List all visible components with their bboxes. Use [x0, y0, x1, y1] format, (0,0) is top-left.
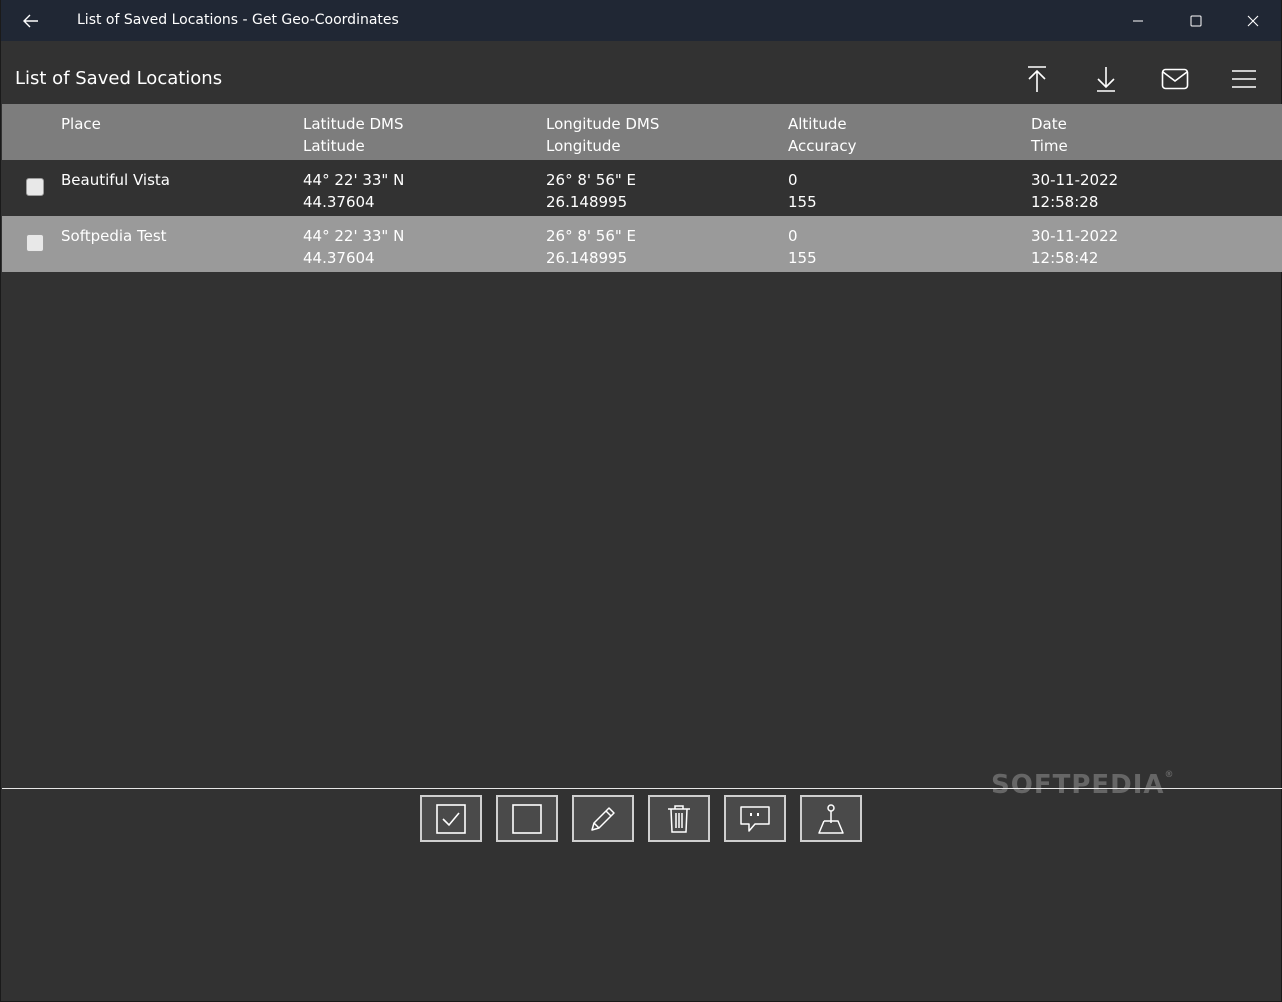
close-icon [1247, 15, 1259, 26]
bottom-divider [2, 788, 1282, 789]
latitude-dms: 44° 22' 33" N [303, 227, 405, 245]
date: 30-11-2022 [1031, 227, 1119, 245]
table-row[interactable]: Softpedia Test 44° 22' 33" N 44.37604 26… [2, 216, 1282, 272]
date: 30-11-2022 [1031, 171, 1119, 189]
accuracy: 155 [788, 249, 817, 267]
comment-icon [740, 805, 770, 832]
longitude: 26.148995 [546, 193, 628, 211]
latitude-dms: 44° 22' 33" N [303, 171, 405, 189]
header-date[interactable]: Date Time [1031, 113, 1068, 157]
table-row[interactable]: Beautiful Vista 44° 22' 33" N 44.37604 2… [2, 160, 1282, 216]
title-bar: List of Saved Locations - Get Geo-Coordi… [1, 0, 1281, 41]
header-longitude-dms-label: Longitude DMS [546, 115, 660, 133]
time: 12:58:42 [1031, 249, 1099, 267]
download-icon [1097, 67, 1115, 92]
email-button[interactable] [1153, 60, 1197, 98]
deselect-all-icon [512, 803, 542, 834]
minimize-icon [1133, 20, 1143, 21]
header-altitude-label: Altitude [788, 115, 847, 133]
menu-button[interactable] [1222, 60, 1266, 98]
row-checkbox[interactable] [26, 178, 44, 196]
longitude-dms: 26° 8' 56" E [546, 227, 637, 245]
upload-button[interactable] [1015, 60, 1059, 98]
latitude: 44.37604 [303, 249, 375, 267]
altitude: 0 [788, 171, 798, 189]
maximize-button[interactable] [1167, 0, 1225, 41]
header-longitude-label: Longitude [546, 137, 621, 155]
close-button[interactable] [1224, 0, 1282, 41]
header-time-label: Time [1031, 137, 1068, 155]
header-date-label: Date [1031, 115, 1067, 133]
place-name: Softpedia Test [61, 227, 167, 245]
edit-icon [591, 806, 615, 831]
delete-icon [668, 804, 690, 833]
locations-table: Place Latitude DMS Latitude Longitude DM… [2, 104, 1282, 272]
header-altitude[interactable]: Altitude Accuracy [788, 113, 856, 157]
row-checkbox[interactable] [26, 234, 44, 252]
accuracy: 155 [788, 193, 817, 211]
select-all-icon [436, 803, 466, 834]
edit-button[interactable] [572, 795, 634, 842]
back-button[interactable] [15, 6, 47, 36]
latitude: 44.37604 [303, 193, 375, 211]
back-arrow-icon [23, 14, 38, 28]
maximize-icon [1190, 15, 1202, 26]
place-name: Beautiful Vista [61, 171, 170, 189]
window-title: List of Saved Locations - Get Geo-Coordi… [77, 12, 399, 28]
map-pin-icon [818, 803, 844, 834]
header-accuracy-label: Accuracy [788, 137, 857, 155]
map-location-button[interactable] [800, 795, 862, 842]
app-window: List of Saved Locations - Get Geo-Coordi… [0, 0, 1282, 1002]
header-longitude[interactable]: Longitude DMS Longitude [546, 113, 659, 157]
select-all-button[interactable] [420, 795, 482, 842]
longitude: 26.148995 [546, 249, 628, 267]
time: 12:58:28 [1031, 193, 1099, 211]
softpedia-watermark: SOFTPEDIA® [991, 770, 1175, 800]
deselect-all-button[interactable] [496, 795, 558, 842]
header-latitude-dms-label: Latitude DMS [303, 115, 404, 133]
delete-button[interactable] [648, 795, 710, 842]
hamburger-menu-icon [1232, 70, 1256, 88]
longitude-dms: 26° 8' 56" E [546, 171, 637, 189]
header-place-label: Place [61, 115, 101, 133]
page-title: List of Saved Locations [15, 68, 223, 89]
header-latitude-label: Latitude [303, 137, 365, 155]
download-button[interactable] [1084, 60, 1128, 98]
minimize-button[interactable] [1109, 0, 1167, 41]
header-latitude[interactable]: Latitude DMS Latitude [303, 113, 404, 157]
comment-button[interactable] [724, 795, 786, 842]
altitude: 0 [788, 227, 798, 245]
header-place[interactable]: Place [61, 113, 101, 135]
table-header: Place Latitude DMS Latitude Longitude DM… [2, 104, 1282, 160]
mail-icon [1161, 68, 1189, 90]
watermark-text: SOFTPEDIA [991, 770, 1165, 800]
watermark-registered-mark: ® [1164, 770, 1175, 780]
upload-icon [1028, 66, 1046, 92]
